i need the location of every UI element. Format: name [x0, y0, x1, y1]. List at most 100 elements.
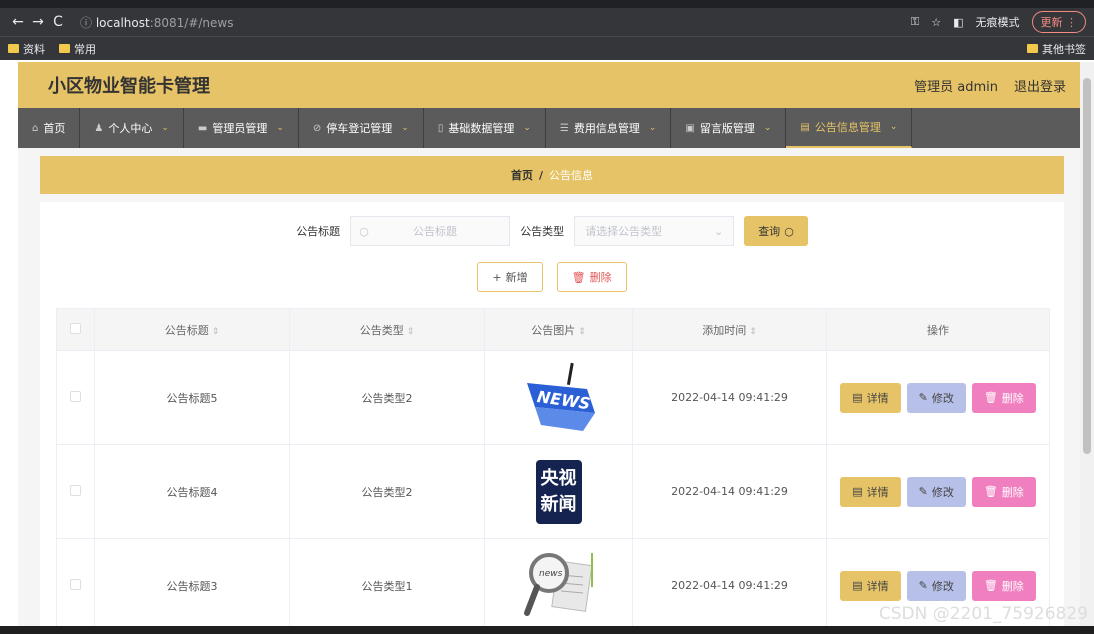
document-icon: ▤: [852, 579, 863, 592]
main-panel: 公告标题 ○ 公告标题 公告类型 请选择公告类型 ⌄ 查询 ○ + 新增 🗑 删除 公…: [40, 202, 1064, 626]
title-label: 公告标题: [296, 225, 341, 238]
delete-button[interactable]: 🗑 删除: [971, 382, 1036, 413]
menu-parking[interactable]: ⊘ 停车登记管理 ⌄: [299, 108, 424, 148]
title-search-input[interactable]: ○ 公告标题: [350, 216, 511, 246]
select-all-checkbox[interactable]: [70, 322, 81, 334]
folder-icon: [59, 44, 70, 53]
cell-image: NEWS: [484, 350, 633, 445]
breadcrumb: 首页 / 公告信息: [40, 156, 1064, 194]
forward-icon[interactable]: →: [28, 14, 48, 30]
browser-tabbar: [0, 0, 1094, 8]
menu-basedata[interactable]: ▯ 基础数据管理 ⌄: [424, 108, 546, 148]
url-field[interactable]: ⓘ localhost:8081/#/news: [80, 14, 233, 31]
cell-time: 2022-04-14 09:41:29: [632, 444, 827, 539]
document-icon: ▤: [852, 391, 863, 404]
current-user: 管理员 admin: [914, 79, 998, 95]
search-icon: ○: [359, 224, 369, 238]
cell-type: 公告类型2: [289, 444, 485, 539]
cell-title: 公告标题3: [94, 538, 290, 626]
menu-message[interactable]: ▣ 留言版管理 ⌄: [671, 108, 787, 148]
pencil-icon: ✎: [918, 579, 928, 592]
breadcrumb-current: 公告信息: [549, 169, 594, 182]
bookmark-item[interactable]: 常用: [59, 41, 96, 57]
home-icon: ⌂: [32, 122, 39, 134]
select-all-cell[interactable]: [56, 308, 95, 351]
user-icon: ♟: [94, 122, 104, 134]
col-ops: 操作: [826, 308, 1050, 351]
menu-admin[interactable]: ▬ 管理员管理 ⌄: [184, 108, 299, 148]
batch-delete-button[interactable]: 🗑 删除: [556, 262, 627, 292]
delete-button[interactable]: 🗑 删除: [971, 476, 1036, 507]
menu-fee[interactable]: ☰ 费用信息管理 ⌄: [546, 108, 672, 148]
breadcrumb-home[interactable]: 首页: [511, 167, 533, 183]
search-icon: ○: [784, 224, 794, 238]
plus-icon: +: [492, 270, 502, 284]
pencil-icon: ✎: [918, 391, 928, 404]
detail-button[interactable]: ▤ 详情: [840, 570, 901, 601]
row-checkbox[interactable]: [70, 578, 81, 590]
cell-title: 公告标题5: [94, 350, 290, 445]
site-title: 小区物业智能卡管理: [48, 76, 210, 97]
detail-button[interactable]: ▤ 详情: [840, 476, 901, 507]
cell-image: 央视 新闻: [484, 444, 633, 539]
menu-notice[interactable]: ▤ 公告信息管理 ⌄: [786, 108, 913, 148]
cell-title: 公告标题4: [94, 444, 290, 539]
update-button[interactable]: 更新 ⋮: [1031, 11, 1086, 33]
key-icon[interactable]: ⚿: [911, 15, 919, 29]
sidepanel-icon[interactable]: ◧: [953, 16, 963, 29]
watermark: CSDN @2201_75926829: [878, 604, 1088, 624]
row-checkbox[interactable]: [70, 484, 81, 496]
edit-button[interactable]: ✎ 修改: [906, 570, 966, 601]
scrollbar-thumb[interactable]: [1083, 78, 1091, 454]
cell-type: 公告类型2: [289, 350, 485, 445]
sort-icon[interactable]: ⇕: [578, 327, 586, 337]
delete-button[interactable]: 🗑 删除: [971, 570, 1036, 601]
detail-button[interactable]: ▤ 详情: [840, 382, 901, 413]
sort-icon[interactable]: ⇕: [212, 327, 220, 337]
chevron-down-icon: ⌄: [713, 224, 724, 238]
chevron-down-icon: ⌄: [763, 123, 772, 133]
cell-image: news: [484, 538, 633, 626]
bookmark-item[interactable]: 资料: [8, 41, 45, 57]
edit-button[interactable]: ✎ 修改: [906, 476, 966, 507]
cell-time: 2022-04-14 09:41:29: [632, 538, 827, 626]
col-time[interactable]: 添加时间 ⇕: [632, 308, 827, 351]
chevron-down-icon: ⌄: [648, 123, 657, 133]
bookmarks-bar: 资料 常用 其他书签: [0, 36, 1094, 60]
incognito-label: 无痕模式: [975, 16, 1020, 29]
address-bar: ← → C ⓘ localhost:8081/#/news ⚿ ☆ ◧ 无痕模式…: [0, 8, 1094, 36]
table-row: 公告标题4 公告类型2 央视 新闻 2022-04-14 09:41:29 ▤ 详情…: [56, 444, 1050, 539]
folder-icon: [8, 44, 19, 53]
sort-icon[interactable]: ⇕: [749, 327, 757, 337]
trash-icon: 🗑: [983, 579, 998, 592]
notice-table: 公告标题 ⇕ 公告类型 ⇕ 公告图片 ⇕ 添加时间 ⇕ 操作 公告标题5 公告类型2: [56, 308, 1050, 626]
trash-icon: 🗑: [983, 485, 998, 498]
table-row: 公告标题5 公告类型2 NEWS 2022-04-14 09:41:29 ▤ 详…: [56, 350, 1050, 445]
chevron-down-icon: ⌄: [523, 123, 531, 133]
back-icon[interactable]: ←: [8, 14, 28, 30]
car-icon: ⊘: [312, 122, 322, 134]
type-select[interactable]: 请选择公告类型 ⌄: [574, 216, 735, 246]
reload-icon[interactable]: C: [48, 14, 68, 30]
data-icon: ▯: [437, 122, 444, 134]
menu-personal[interactable]: ♟ 个人中心 ⌄: [80, 108, 184, 148]
trash-icon: 🗑: [571, 270, 586, 284]
logout-link[interactable]: 退出登录: [1014, 76, 1066, 95]
add-button[interactable]: + 新增: [477, 262, 543, 292]
col-type[interactable]: 公告类型 ⇕: [289, 308, 485, 351]
col-title[interactable]: 公告标题 ⇕: [94, 308, 290, 351]
sort-icon[interactable]: ⇕: [407, 327, 415, 337]
star-icon[interactable]: ☆: [931, 16, 941, 29]
folder-icon: [1027, 44, 1038, 53]
document-icon: ▤: [852, 485, 863, 498]
col-image[interactable]: 公告图片 ⇕: [484, 308, 633, 351]
menu-home[interactable]: ⌂ 首页: [18, 108, 81, 148]
news-magnifier-image: news: [521, 549, 597, 623]
type-label: 公告类型: [520, 225, 565, 238]
cell-type: 公告类型1: [289, 538, 485, 626]
query-button[interactable]: 查询 ○: [744, 216, 808, 246]
row-checkbox[interactable]: [70, 390, 81, 402]
edit-button[interactable]: ✎ 修改: [906, 382, 966, 413]
other-bookmarks[interactable]: 其他书签: [1027, 41, 1086, 57]
search-form: 公告标题 ○ 公告标题 公告类型 请选择公告类型 ⌄ 查询 ○: [40, 216, 1064, 246]
